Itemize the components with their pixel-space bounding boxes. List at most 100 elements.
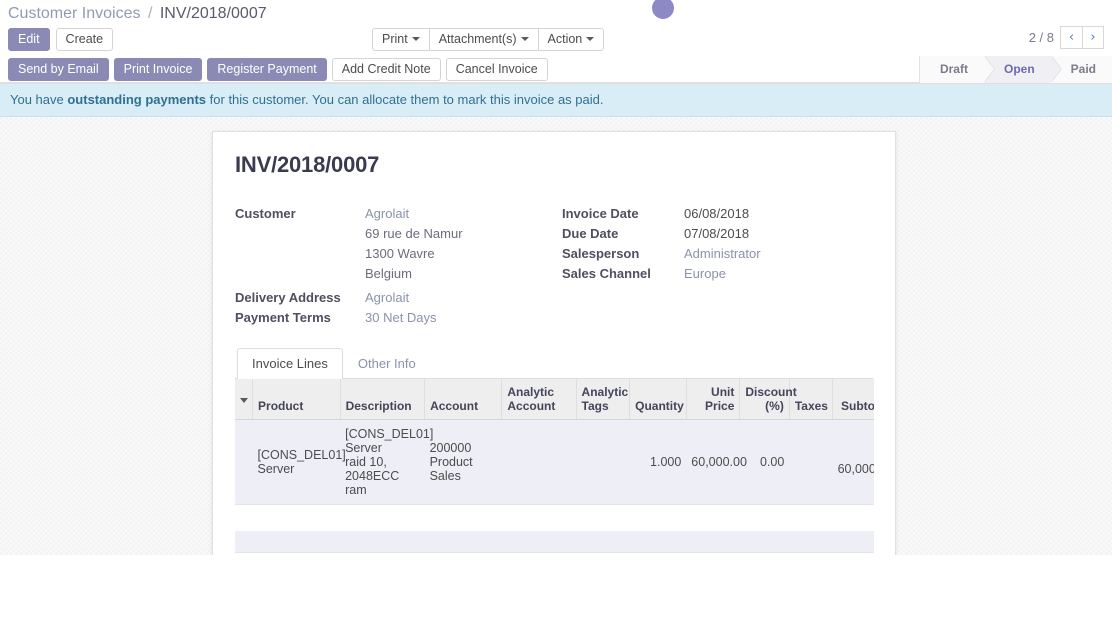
dropdown-buttons: Print Attachment(s) Action — [372, 28, 604, 51]
action-label: Action — [548, 32, 583, 46]
workflow-buttons: Send by Email Print Invoice Register Pay… — [8, 58, 548, 81]
table-empty-row[interactable] — [235, 531, 874, 553]
column-header-description[interactable]: Description — [340, 379, 424, 420]
breadcrumb-parent-link[interactable]: Customer Invoices — [8, 5, 141, 22]
field-payment-terms: Payment Terms 30 Net Days — [235, 308, 532, 328]
field-sales-channel: Sales Channel Europe — [562, 264, 873, 284]
row-handle-cell — [235, 420, 253, 505]
cell-taxes[interactable] — [789, 420, 832, 505]
sales-channel-value[interactable]: Europe — [684, 264, 726, 284]
payment-terms-value[interactable]: 30 Net Days — [365, 308, 437, 328]
print-invoice-button[interactable]: Print Invoice — [114, 58, 203, 81]
field-group-right: Invoice Date 06/08/2018 Due Date 07/08/2… — [554, 204, 873, 328]
create-button[interactable]: Create — [56, 28, 114, 51]
due-date-label: Due Date — [562, 224, 684, 244]
alert-prefix: You have — [10, 92, 67, 107]
page-title: INV/2018/0007 — [235, 152, 873, 178]
field-invoice-date: Invoice Date 06/08/2018 — [562, 204, 873, 224]
payment-terms-label: Payment Terms — [235, 308, 365, 328]
cell-discount[interactable]: 0.00 — [740, 420, 789, 505]
action-dropdown-button[interactable]: Action — [538, 28, 605, 51]
description-line-2: Server — [345, 441, 419, 455]
customer-address-line-2: 1300 Wavre — [365, 244, 463, 264]
cell-account[interactable]: 200000 Product Sales — [425, 420, 502, 505]
delivery-address-value[interactable]: Agrolait — [365, 288, 409, 308]
print-label: Print — [382, 32, 408, 46]
description-line-4: 2048ECC ram — [345, 469, 419, 497]
chevron-down-icon — [521, 37, 529, 41]
salesperson-label: Salesperson — [562, 244, 684, 264]
table-row[interactable]: [CONS_DEL01] Server [CONS_DEL01] Server … — [235, 420, 874, 505]
customer-address-line-3: Belgium — [365, 264, 463, 284]
outstanding-payments-alert: You have outstanding payments for this c… — [0, 84, 1112, 117]
field-salesperson: Salesperson Administrator — [562, 244, 873, 264]
statusbar-row: Send by Email Print Invoice Register Pay… — [0, 56, 1112, 83]
invoice-date-label: Invoice Date — [562, 204, 684, 224]
register-payment-button[interactable]: Register Payment — [207, 58, 326, 81]
attachments-label: Attachment(s) — [439, 32, 517, 46]
cell-quantity[interactable]: 1.000 — [630, 420, 687, 505]
chevron-down-icon — [240, 398, 248, 403]
pager-buttons: ‹ › — [1060, 26, 1104, 49]
column-header-analytic-account[interactable]: Analytic Account — [502, 379, 576, 420]
breadcrumb-current: INV/2018/0007 — [160, 5, 267, 22]
empty-row-cell — [235, 531, 874, 553]
cancel-invoice-button[interactable]: Cancel Invoice — [446, 58, 548, 81]
column-header-account[interactable]: Account — [425, 379, 502, 420]
invoice-lines-table: Product Description Account Analytic Acc… — [235, 379, 874, 553]
edit-button[interactable]: Edit — [8, 28, 50, 51]
pager-previous-button[interactable]: ‹ — [1060, 26, 1082, 49]
column-header-unit-price[interactable]: Unit Price — [686, 379, 740, 420]
due-date-value[interactable]: 07/08/2018 — [684, 224, 749, 244]
alert-suffix: for this customer. You can allocate them… — [206, 92, 603, 107]
description-line-1: [CONS_DEL01] — [345, 427, 419, 441]
cell-analytic-account[interactable] — [502, 420, 576, 505]
chevron-down-icon — [586, 37, 594, 41]
print-dropdown-button[interactable]: Print — [372, 28, 429, 51]
field-group-left: Customer Agrolait 69 rue de Namur 1300 W… — [235, 204, 554, 328]
column-options-button[interactable] — [235, 379, 253, 420]
cell-description[interactable]: [CONS_DEL01] Server raid 10, 2048ECC ram — [340, 420, 424, 505]
customer-value[interactable]: Agrolait — [365, 204, 463, 224]
invoice-date-value[interactable]: 06/08/2018 — [684, 204, 749, 224]
send-by-email-button[interactable]: Send by Email — [8, 58, 109, 81]
add-credit-note-button[interactable]: Add Credit Note — [332, 58, 441, 81]
status-stage-draft[interactable]: Draft — [920, 56, 984, 83]
field-customer: Customer Agrolait 69 rue de Namur 1300 W… — [235, 204, 532, 284]
field-delivery-address: Delivery Address Agrolait — [235, 288, 532, 308]
form-background: INV/2018/0007 Customer Agrolait 69 rue d… — [0, 117, 1112, 555]
cell-subtotal: $ 60,000.00 — [833, 420, 874, 505]
column-header-quantity[interactable]: Quantity — [630, 379, 687, 420]
table-filler-row — [235, 505, 874, 531]
breadcrumb: Customer Invoices / INV/2018/0007 — [0, 0, 1112, 26]
cell-analytic-tags[interactable] — [576, 420, 630, 505]
customer-address-line-1: 69 rue de Namur — [365, 224, 463, 244]
alert-bold-text: outstanding payments — [67, 92, 206, 107]
invoice-sheet: INV/2018/0007 Customer Agrolait 69 rue d… — [212, 131, 896, 555]
filler-cell — [235, 505, 874, 531]
account-code: 200000 — [430, 441, 497, 455]
column-header-discount[interactable]: Discount (%) — [740, 379, 789, 420]
customer-label: Customer — [235, 204, 365, 284]
cell-unit-price[interactable]: 60,000.00 — [686, 420, 740, 505]
cell-product[interactable]: [CONS_DEL01] Server — [253, 420, 341, 505]
product-name: Server — [258, 462, 336, 476]
pager-next-button[interactable]: › — [1082, 26, 1104, 49]
account-name: Product Sales — [430, 455, 497, 483]
column-header-analytic-tags[interactable]: Analytic Tags — [576, 379, 630, 420]
sales-channel-label: Sales Channel — [562, 264, 684, 284]
column-header-product[interactable]: Product — [253, 379, 341, 420]
salesperson-value[interactable]: Administrator — [684, 244, 761, 264]
column-header-subtotal[interactable]: Subtotal — [833, 379, 874, 420]
toolbar-row: Edit Create Print Attachment(s) Action 2… — [0, 26, 1112, 56]
tab-other-info[interactable]: Other Info — [343, 348, 431, 379]
attachments-dropdown-button[interactable]: Attachment(s) — [429, 28, 538, 51]
status-pipeline: Draft Open Paid — [919, 56, 1112, 83]
delivery-address-label: Delivery Address — [235, 288, 365, 308]
field-due-date: Due Date 07/08/2018 — [562, 224, 873, 244]
tab-invoice-lines[interactable]: Invoice Lines — [237, 348, 343, 379]
control-panel: Customer Invoices / INV/2018/0007 Edit C… — [0, 0, 1112, 84]
record-buttons: Edit Create — [8, 28, 113, 51]
invoice-lines-header-row: Product Description Account Analytic Acc… — [235, 379, 874, 420]
description-line-3: raid 10, — [345, 455, 419, 469]
